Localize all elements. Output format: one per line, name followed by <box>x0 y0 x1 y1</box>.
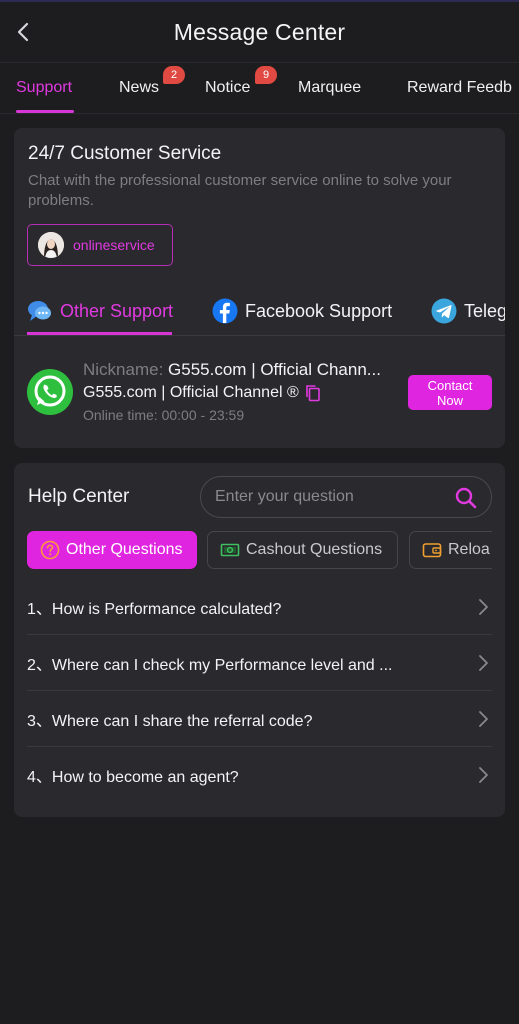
online-service-button[interactable]: onlineservice <box>27 224 173 266</box>
contact-channel: G555.com | Official Channel ® <box>83 384 321 402</box>
chevron-right-icon <box>479 655 488 671</box>
notice-badge: 9 <box>255 66 277 84</box>
page-title: Message Center <box>173 18 346 45</box>
list-item[interactable]: 3、Where can I share the referral code? <box>27 691 492 747</box>
list-item[interactable]: 2、Where can I check my Performance level… <box>27 635 492 691</box>
question-search <box>200 476 492 518</box>
contact-row: Nickname: G555.com | Official Chann... G… <box>14 352 505 428</box>
online-service-label: onlineservice <box>73 237 155 253</box>
channel-name: G555.com | Official Channel ® <box>83 384 299 401</box>
customer-service-description: Chat with the professional customer serv… <box>28 172 452 209</box>
agent-avatar <box>38 232 64 258</box>
copy-icon[interactable] <box>305 384 321 402</box>
help-center-title: Help Center <box>28 486 130 507</box>
category-cashout-questions[interactable]: Cashout Questions <box>207 531 398 569</box>
chevron-left-icon <box>17 22 29 42</box>
contact-now-button[interactable]: Contact Now <box>408 375 492 410</box>
header: Message Center <box>0 2 519 62</box>
question-circle-icon <box>40 540 60 560</box>
question-text: 1、How is Performance calculated? <box>27 600 282 618</box>
tab-reward-feedback[interactable]: Reward Feedb <box>407 79 512 97</box>
tab-telegram-support[interactable]: Teleg <box>431 298 505 324</box>
question-list: 1、How is Performance calculated? 2、Where… <box>27 579 492 803</box>
active-tab-indicator <box>16 110 74 113</box>
chevron-right-icon <box>479 767 488 783</box>
tab-facebook-support[interactable]: Facebook Support <box>212 298 392 324</box>
search-input[interactable] <box>215 488 445 506</box>
customer-service-title: 24/7 Customer Service <box>28 143 222 164</box>
message-tabs: Support News 2 Notice 9 Marquee Reward F… <box>0 62 519 114</box>
back-button[interactable] <box>10 18 36 46</box>
whatsapp-icon <box>27 369 73 415</box>
other-support-label: Other Support <box>60 300 174 321</box>
facebook-support-label: Facebook Support <box>245 300 393 321</box>
nickname-value: G555.com | Official Chann... <box>168 360 381 379</box>
tab-news[interactable]: News <box>119 79 159 97</box>
contact-button-line1: Contact <box>427 377 473 393</box>
category-other-questions[interactable]: Other Questions <box>27 531 197 569</box>
list-item[interactable]: 4、How to become an agent? <box>27 747 492 803</box>
question-text: 3、Where can I share the referral code? <box>27 712 313 730</box>
cash-icon <box>220 543 240 557</box>
online-time-label: Online time: <box>83 407 158 423</box>
nickname-label: Nickname: <box>83 360 164 379</box>
list-item[interactable]: 1、How is Performance calculated? <box>27 579 492 635</box>
tab-marquee[interactable]: Marquee <box>298 79 361 97</box>
contact-nickname: Nickname: G555.com | Official Chann... <box>83 360 399 380</box>
question-text: 2、Where can I check my Performance level… <box>27 656 393 674</box>
news-badge: 2 <box>163 66 185 84</box>
chat-bubbles-icon <box>28 301 51 321</box>
facebook-icon <box>212 298 238 324</box>
online-time-value: 00:00 - 23:59 <box>161 407 245 423</box>
telegram-icon <box>431 298 457 324</box>
tab-notice[interactable]: Notice <box>205 79 250 97</box>
wallet-icon <box>422 543 442 558</box>
help-center-card: Help Center Other Questions <box>14 463 505 817</box>
chevron-right-icon <box>479 599 488 615</box>
tab-support[interactable]: Support <box>16 79 72 97</box>
category-other-label: Other Questions <box>66 541 183 558</box>
category-reload-label: Reloa <box>448 541 490 558</box>
customer-service-card: 24/7 Customer Service Chat with the prof… <box>14 128 505 448</box>
contact-button-line2: Now <box>436 392 463 408</box>
telegram-support-label: Teleg <box>464 300 505 321</box>
chevron-right-icon <box>479 711 488 727</box>
support-tab-indicator <box>27 332 172 335</box>
app-root: Message Center Support News 2 Notice 9 M… <box>0 0 519 1024</box>
online-time: Online time: 00:00 - 23:59 <box>83 407 244 423</box>
support-channel-tabs: Other Support Facebook Support Teleg <box>14 288 505 336</box>
search-icon[interactable] <box>455 487 477 509</box>
question-categories: Other Questions Cashout Questions Reloa <box>27 531 492 571</box>
tab-other-support[interactable]: Other Support <box>27 298 173 324</box>
category-reload-questions[interactable]: Reloa <box>409 531 492 569</box>
category-cashout-label: Cashout Questions <box>246 541 383 558</box>
question-text: 4、How to become an agent? <box>27 769 239 786</box>
